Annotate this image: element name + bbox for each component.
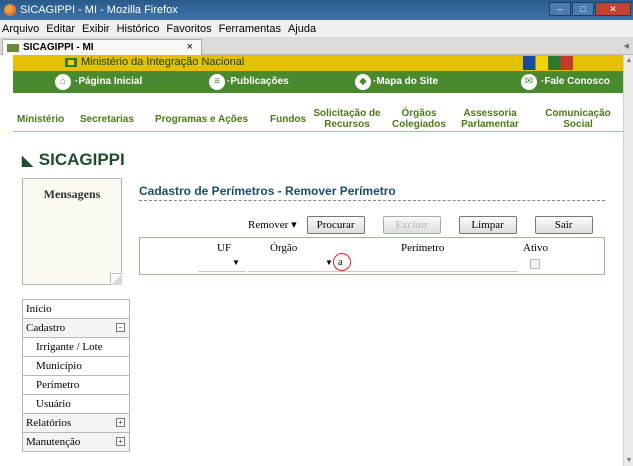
scroll-down-icon[interactable]: ▼ bbox=[625, 456, 633, 465]
menu-arquivo[interactable]: Arquivo bbox=[2, 23, 39, 35]
sidebar-item-label: Município bbox=[36, 360, 82, 372]
sidebar-item-label: Manutenção bbox=[26, 436, 81, 448]
expand-icon[interactable]: + bbox=[116, 437, 125, 446]
orgao-dropdown-icon[interactable]: ▼ bbox=[325, 258, 333, 267]
messages-title: Mensagens bbox=[43, 187, 101, 201]
sidebar-item-label: Irrigante / Lote bbox=[36, 341, 103, 353]
sidebar-menu: Início Cadastro − Irrigante / Lote Municí… bbox=[22, 299, 130, 452]
app-brand: ◣ SICAGIPPI bbox=[22, 150, 125, 170]
publications-icon[interactable]: ≡ bbox=[209, 74, 225, 90]
site-header: Ministério da Integração Nacional ⌂ ·Pág… bbox=[13, 55, 623, 93]
brasil-gov-logo bbox=[523, 56, 573, 70]
nav-pagina-inicial[interactable]: ·Página Inicial bbox=[75, 76, 142, 87]
mainnav-assessoria[interactable]: Assessoria Parlamentar bbox=[457, 108, 523, 130]
ministry-name[interactable]: Ministério da Integração Nacional bbox=[81, 56, 244, 68]
filter-panel: UF Órgão Perímetro Ativo ▼ ▼ bbox=[139, 237, 605, 275]
tab-close-icon[interactable]: × bbox=[187, 41, 193, 53]
mainnav-solicitacao[interactable]: Solicitação de Recursos bbox=[313, 108, 381, 130]
tab-sicagippi[interactable]: SICAGIPPI - MI × bbox=[2, 39, 202, 55]
sidebar-item-usuario[interactable]: Usuário bbox=[22, 395, 130, 414]
nav-fale-conosco[interactable]: ·Fale Conosco bbox=[541, 76, 610, 87]
nav-mapa-do-site[interactable]: ·Mapa do Site bbox=[373, 76, 438, 87]
ativo-checkbox[interactable] bbox=[530, 259, 540, 269]
site-favicon-icon bbox=[7, 43, 19, 52]
menu-historico[interactable]: Histórico bbox=[117, 23, 160, 35]
menu-editar[interactable]: Editar bbox=[46, 23, 75, 35]
scroll-up-icon[interactable]: ▲ bbox=[625, 56, 633, 65]
sidebar-item-label: Início bbox=[26, 303, 52, 315]
tab-bar: SICAGIPPI - MI × ◂ bbox=[0, 37, 633, 55]
sidebar-item-label: Usuário bbox=[36, 398, 71, 410]
nav-publicacoes[interactable]: ·Publicações bbox=[227, 76, 289, 87]
messages-panel: Mensagens bbox=[22, 178, 122, 285]
main-nav: Ministério Secretarias Programas e Ações… bbox=[13, 108, 623, 132]
orgao-label: Órgão bbox=[270, 242, 298, 254]
home-icon[interactable]: ⌂ bbox=[55, 74, 71, 90]
app-title: SICAGIPPI bbox=[38, 150, 125, 169]
menu-favoritos[interactable]: Favoritos bbox=[166, 23, 211, 35]
exit-button[interactable]: Sair bbox=[534, 216, 593, 234]
expand-icon[interactable]: + bbox=[116, 418, 125, 427]
sidebar-item-relatorios[interactable]: Relatórios + bbox=[22, 414, 130, 433]
highlight-circle bbox=[333, 253, 351, 271]
window-controls: – □ ✕ bbox=[549, 2, 631, 16]
collapse-icon[interactable]: − bbox=[116, 323, 125, 332]
uf-label: UF bbox=[217, 242, 232, 254]
minimize-button[interactable]: – bbox=[549, 2, 571, 16]
title-divider bbox=[139, 200, 605, 201]
title-bar: SICAGIPPI - MI - Mozilla Firefox – □ ✕ bbox=[0, 0, 633, 20]
search-button[interactable]: Procurar bbox=[306, 216, 365, 234]
sidebar-item-manutencao[interactable]: Manutenção + bbox=[22, 433, 130, 452]
sidebar-item-perimetro[interactable]: Perímetro bbox=[22, 376, 130, 395]
perimetro-input[interactable] bbox=[338, 258, 518, 272]
ativo-label: Ativo bbox=[523, 242, 549, 254]
maximize-button[interactable]: □ bbox=[572, 2, 594, 16]
close-window-button[interactable]: ✕ bbox=[595, 2, 631, 16]
mainnav-secretarias[interactable]: Secretarias bbox=[80, 114, 134, 125]
menu-exibir[interactable]: Exibir bbox=[82, 23, 110, 35]
vertical-scrollbar[interactable]: ▲ ▼ bbox=[623, 55, 633, 466]
sidebar-item-label: Perímetro bbox=[36, 379, 80, 391]
mainnav-orgaos[interactable]: Órgãos Colegiados bbox=[391, 108, 447, 130]
sidebar-item-inicio[interactable]: Início bbox=[22, 300, 130, 319]
sidebar-item-irrigante[interactable]: Irrigante / Lote bbox=[22, 338, 130, 357]
window-title: SICAGIPPI - MI - Mozilla Firefox bbox=[20, 4, 178, 16]
mainnav-programas[interactable]: Programas e Ações bbox=[155, 114, 248, 125]
new-tab-icon[interactable]: ◂ bbox=[623, 39, 629, 52]
browser-window: SICAGIPPI - MI - Mozilla Firefox – □ ✕ A… bbox=[0, 0, 633, 466]
sidebar-item-label: Cadastro bbox=[26, 322, 66, 334]
menu-ferramentas[interactable]: Ferramentas bbox=[219, 23, 281, 35]
perimetro-label: Perímetro bbox=[401, 242, 445, 254]
site-map-icon[interactable]: ◆ bbox=[355, 74, 371, 90]
mainnav-ministerio[interactable]: Ministério bbox=[17, 114, 64, 125]
ministry-bar: Ministério da Integração Nacional bbox=[13, 55, 623, 71]
mainnav-comunicacao[interactable]: Comunicação Social bbox=[535, 108, 621, 130]
uf-dropdown-icon[interactable]: ▼ bbox=[232, 258, 240, 267]
brazil-flag-icon bbox=[65, 58, 77, 67]
menu-ajuda[interactable]: Ajuda bbox=[288, 23, 316, 35]
delete-button: Excluir bbox=[382, 216, 441, 234]
mode-dropdown[interactable]: Remover ▾ bbox=[244, 216, 301, 234]
form-toolbar: Remover ▾ Procurar Excluir Limpar Sair bbox=[244, 216, 593, 234]
tab-label: SICAGIPPI - MI bbox=[23, 42, 94, 53]
clear-button[interactable]: Limpar bbox=[458, 216, 517, 234]
form-title: Cadastro de Perímetros - Remover Perímet… bbox=[139, 184, 396, 198]
menu-bar: Arquivo Editar Exibir Histórico Favorito… bbox=[0, 20, 633, 37]
sicagippi-logo-icon: ◣ bbox=[22, 151, 33, 168]
sidebar-item-label: Relatórios bbox=[26, 417, 72, 429]
mail-icon[interactable]: ✉ bbox=[521, 74, 537, 90]
sidebar-item-cadastro[interactable]: Cadastro − bbox=[22, 319, 130, 338]
sidebar-item-municipio[interactable]: Município bbox=[22, 357, 130, 376]
firefox-icon bbox=[4, 4, 16, 16]
page-fold-icon bbox=[110, 273, 122, 285]
mainnav-fundos[interactable]: Fundos bbox=[270, 114, 306, 125]
site-top-nav: ⌂ ·Página Inicial ≡ ·Publicações ◆ ·Mapa… bbox=[13, 71, 623, 93]
